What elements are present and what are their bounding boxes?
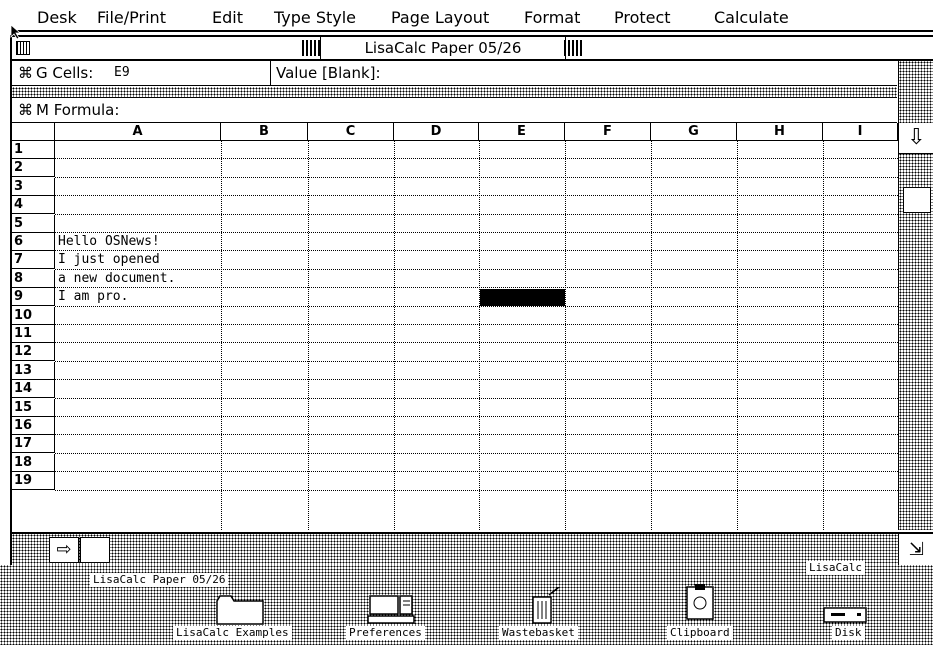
scroll-right-arrow-icon[interactable]: ⇨ [49, 537, 79, 563]
row-header-3[interactable]: 3 [12, 177, 55, 196]
row-header-9[interactable]: 9 [12, 288, 55, 307]
size-box-icon[interactable]: ⇲ [898, 534, 933, 565]
column-header-i[interactable]: I [823, 123, 898, 141]
cell-a8[interactable]: a new document. [58, 270, 175, 288]
row-header-7[interactable]: 7 [12, 251, 55, 270]
row-header-17[interactable]: 17 [12, 435, 55, 454]
row-gridline [55, 342, 898, 344]
row-gridline [55, 268, 898, 270]
cell-a6[interactable]: Hello OSNews! [58, 233, 160, 251]
row-header-11[interactable]: 11 [12, 325, 55, 343]
column-header-d[interactable]: D [394, 123, 479, 141]
column-header-e[interactable]: E [479, 123, 565, 141]
desktop-label-preferences[interactable]: Preferences [346, 626, 425, 640]
menu-format[interactable]: Format [524, 9, 580, 27]
disk-icon[interactable] [823, 607, 867, 627]
cells-status-bar: ⌘ G Cells: E9 Value [Blank]: [12, 61, 897, 86]
menubar: Desk File/Print Edit Type Style Page Lay… [14, 0, 933, 32]
row-gridline [55, 232, 898, 233]
row-gridline [55, 416, 898, 417]
column-header-f[interactable]: F [565, 123, 651, 141]
row-gridline [55, 434, 898, 436]
scroll-bar-top-area [898, 61, 933, 124]
row-gridline [55, 305, 898, 307]
window-title: LisaCalc Paper 05/26 [320, 37, 566, 59]
row-gridline [55, 324, 898, 325]
cell-a7[interactable]: I just opened [58, 251, 160, 269]
horizontal-scrollbar[interactable]: ⇨ ⇲ [12, 532, 933, 565]
desktop-label-paper[interactable]: LisaCalc Paper 05/26 [90, 573, 229, 587]
row-header-6[interactable]: 6 [12, 233, 55, 251]
row-header-13[interactable]: 13 [12, 361, 55, 380]
row-gridline [55, 287, 898, 289]
desktop-label-examples[interactable]: LisaCalc Examples [173, 626, 292, 640]
menu-desk[interactable]: Desk [37, 9, 77, 27]
cell-a9[interactable]: I am pro. [58, 288, 128, 306]
row-gridline [55, 452, 898, 454]
row-header-15[interactable]: 15 [12, 398, 55, 417]
row-header-10[interactable]: 10 [12, 306, 55, 325]
row-gridline [55, 471, 898, 473]
grid-corner[interactable] [12, 123, 55, 141]
row-gridline [55, 158, 898, 160]
column-header-g[interactable]: G [651, 123, 737, 141]
title-bar-stripes-left [302, 40, 320, 56]
apple-icon: ⌘ [18, 101, 33, 119]
desktop-label-disk[interactable]: Disk [832, 626, 865, 640]
row-header-1[interactable]: 1 [12, 141, 55, 159]
value-label: Value [Blank]: [276, 64, 381, 82]
partial-desktop-label: LisaCalc [806, 561, 865, 575]
spreadsheet-grid[interactable]: A B C D E F G H I 1 2 3 4 5 6 7 8 9 10 11 12 13 14 15 16 17 18 19 He… [12, 123, 899, 530]
row-gridline [55, 176, 898, 178]
column-header-h[interactable]: H [737, 123, 823, 141]
row-header-4[interactable]: 4 [12, 196, 55, 215]
title-bar[interactable]: LisaCalc Paper 05/26 [12, 37, 933, 61]
row-header-19[interactable]: 19 [12, 472, 55, 491]
row-gridline [55, 397, 898, 399]
row-gridline [55, 489, 898, 491]
menu-page-layout[interactable]: Page Layout [391, 9, 489, 27]
row-header-14[interactable]: 14 [12, 380, 55, 399]
menu-calculate[interactable]: Calculate [714, 9, 789, 27]
menu-edit[interactable]: Edit [212, 9, 243, 27]
row-gridline [55, 379, 898, 381]
menu-file-print[interactable]: File/Print [97, 9, 166, 27]
mouse-pointer-icon [10, 24, 22, 44]
row-gridline [55, 195, 898, 197]
row-gridline [55, 250, 898, 252]
folder-icon[interactable] [216, 595, 264, 629]
apple-icon: ⌘ [18, 64, 33, 82]
vertical-scrollbar[interactable]: ⇩ [898, 123, 933, 530]
row-header-16[interactable]: 16 [12, 417, 55, 435]
g-cells-label: G Cells: [36, 64, 94, 82]
g-cells-value: E9 [114, 65, 130, 80]
row-header-8[interactable]: 8 [12, 269, 55, 288]
menu-type-style[interactable]: Type Style [274, 9, 356, 27]
column-header-a[interactable]: A [55, 123, 221, 141]
row-header-18[interactable]: 18 [12, 453, 55, 472]
formula-bar[interactable]: ⌘ M Formula: [12, 98, 897, 123]
desktop: LisaCalc LisaCalc Paper 05/26 LisaCalc E… [0, 561, 933, 645]
scroll-down-arrow-icon[interactable]: ⇩ [899, 123, 933, 154]
row-header-5[interactable]: 5 [12, 214, 55, 233]
row-gridline [55, 360, 898, 362]
row-header-2[interactable]: 2 [12, 159, 55, 178]
row-gridline [55, 213, 898, 215]
horizontal-scroll-thumb[interactable] [80, 537, 110, 563]
selected-cell-highlight[interactable] [480, 289, 565, 306]
row-header-12[interactable]: 12 [12, 343, 55, 362]
title-bar-stripes-right [564, 40, 582, 56]
formula-label: M Formula: [36, 101, 120, 119]
menu-protect[interactable]: Protect [614, 9, 671, 27]
spreadsheet-window: LisaCalc Paper 05/26 ⌘ G Cells: E9 Value… [10, 35, 933, 567]
desktop-label-clipboard[interactable]: Clipboard [667, 626, 733, 640]
bar-separator [12, 87, 897, 98]
wastebasket-icon[interactable] [529, 586, 561, 629]
clipboard-icon[interactable] [685, 583, 715, 625]
column-header-c[interactable]: C [308, 123, 394, 141]
vertical-scroll-thumb[interactable] [903, 187, 931, 213]
desktop-label-wastebasket[interactable]: Wastebasket [499, 626, 578, 640]
computer-icon[interactable] [367, 595, 415, 629]
column-header-b[interactable]: B [221, 123, 308, 141]
